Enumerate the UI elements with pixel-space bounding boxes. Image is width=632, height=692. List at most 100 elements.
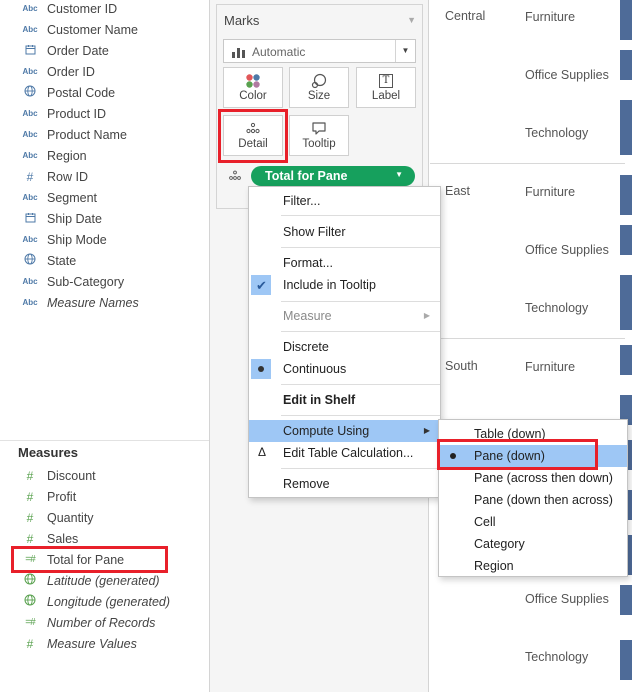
- menu-item-remove[interactable]: Remove: [249, 473, 440, 495]
- number-icon: #: [26, 636, 34, 651]
- field-product-id[interactable]: Abc Product ID: [0, 103, 209, 124]
- field-customer-id[interactable]: Abc Customer ID: [0, 0, 209, 19]
- marks-card: Marks ▼ Automatic ▼ Color Size T Label D…: [216, 4, 423, 209]
- field-label: Customer ID: [47, 1, 118, 16]
- category-header[interactable]: Technology: [525, 650, 588, 664]
- radio-dot-icon: [258, 366, 264, 372]
- field-ship-mode[interactable]: Abc Ship Mode: [0, 229, 209, 250]
- category-header[interactable]: Office Supplies: [525, 68, 609, 82]
- field-label: Segment: [47, 190, 98, 205]
- field-measure-values[interactable]: # Measure Values: [0, 633, 209, 654]
- field-label: Customer Name: [47, 22, 138, 37]
- compute-using-cell[interactable]: Cell: [439, 511, 627, 533]
- detail-dots-icon: [228, 169, 242, 183]
- region-header[interactable]: Central: [445, 9, 485, 23]
- menu-item-discrete[interactable]: Discrete: [249, 336, 440, 358]
- compute-using-region[interactable]: Region: [439, 555, 627, 577]
- menu-item-label: Measure: [283, 309, 332, 323]
- color-button[interactable]: Color: [223, 67, 283, 108]
- field-number-of-records[interactable]: =# Number of Records: [0, 612, 209, 633]
- menu-item-filter[interactable]: Filter...: [249, 190, 440, 212]
- submenu-item-label: Cell: [474, 515, 496, 529]
- bar-mark[interactable]: [620, 0, 632, 40]
- globe-icon: [19, 85, 41, 100]
- region-header[interactable]: South: [445, 359, 478, 373]
- field-state[interactable]: State: [0, 250, 209, 271]
- field-postal-code[interactable]: Postal Code: [0, 82, 209, 103]
- category-header[interactable]: Technology: [525, 301, 588, 315]
- size-icon: [290, 73, 348, 89]
- category-header[interactable]: Furniture: [525, 185, 575, 199]
- menu-item-label: Compute Using: [283, 424, 370, 438]
- calendar-icon: [19, 212, 41, 226]
- bar-mark[interactable]: [620, 175, 632, 215]
- number-icon: #: [26, 531, 34, 546]
- menu-item-continuous[interactable]: Continuous: [249, 358, 440, 380]
- chevron-down-icon[interactable]: ▼: [395, 40, 415, 62]
- bar-mark[interactable]: [620, 225, 632, 255]
- total-for-pane-pill[interactable]: Total for Pane ▼: [251, 166, 415, 186]
- category-header[interactable]: Office Supplies: [525, 592, 609, 606]
- menu-check-cell: Δ: [251, 443, 271, 463]
- menu-item-compute-using[interactable]: Compute Using ▶: [249, 420, 440, 442]
- field-latitude-generated[interactable]: Latitude (generated): [0, 570, 209, 591]
- abc-icon: Abc: [22, 151, 38, 160]
- field-region[interactable]: Abc Region: [0, 145, 209, 166]
- field-longitude-generated[interactable]: Longitude (generated): [0, 591, 209, 612]
- field-discount[interactable]: # Discount: [0, 465, 209, 486]
- label-button-label: Label: [371, 90, 401, 102]
- field-profit[interactable]: # Profit: [0, 486, 209, 507]
- field-sub-category[interactable]: Abc Sub-Category: [0, 271, 209, 292]
- size-button[interactable]: Size: [289, 67, 349, 108]
- category-header[interactable]: Office Supplies: [525, 243, 609, 257]
- submenu-arrow-icon: ▶: [423, 311, 430, 320]
- bar-mark[interactable]: [620, 640, 632, 680]
- category-header[interactable]: Technology: [525, 126, 588, 140]
- field-label: Longitude (generated): [47, 594, 171, 609]
- bar-mark[interactable]: [620, 275, 632, 330]
- pill-context-menu: Filter... Show Filter Format... ✔ Includ…: [248, 186, 441, 498]
- compute-using-pane-across-then-down[interactable]: Pane (across then down): [439, 467, 627, 489]
- tooltip-bubble-icon: [290, 121, 348, 137]
- category-header[interactable]: Furniture: [525, 10, 575, 24]
- bar-mark[interactable]: [620, 50, 632, 80]
- chevron-down-icon[interactable]: ▼: [395, 170, 403, 179]
- field-quantity[interactable]: # Quantity: [0, 507, 209, 528]
- bar-mark[interactable]: [620, 345, 632, 375]
- field-label: Sub-Category: [47, 274, 125, 289]
- menu-check-cell: [251, 359, 271, 379]
- label-button[interactable]: T Label: [356, 67, 416, 108]
- menu-item-edit-in-shelf[interactable]: Edit in Shelf: [249, 389, 440, 411]
- menu-item-format[interactable]: Format...: [249, 252, 440, 274]
- region-header[interactable]: East: [445, 184, 470, 198]
- annotation-highlight-pane-down: [437, 439, 598, 470]
- menu-item-label: Remove: [283, 477, 330, 491]
- menu-item-show-filter[interactable]: Show Filter: [249, 221, 440, 243]
- compute-using-pane-down-then-across[interactable]: Pane (down then across): [439, 489, 627, 511]
- menu-item-edit-table-calculation[interactable]: Δ Edit Table Calculation...: [249, 442, 440, 464]
- field-ship-date[interactable]: Ship Date: [0, 208, 209, 229]
- menu-item-include-in-tooltip[interactable]: ✔ Include in Tooltip: [249, 274, 440, 296]
- globe-icon: [19, 573, 41, 588]
- mark-type-dropdown[interactable]: Automatic ▼: [223, 39, 416, 63]
- tooltip-button[interactable]: Tooltip: [289, 115, 349, 156]
- field-customer-name[interactable]: Abc Customer Name: [0, 19, 209, 40]
- marks-card-menu-icon[interactable]: ▼: [407, 15, 416, 25]
- field-order-date[interactable]: Order Date: [0, 40, 209, 61]
- delta-icon: Δ: [258, 445, 267, 459]
- menu-item-measure[interactable]: Measure ▶: [249, 305, 440, 327]
- field-order-id[interactable]: Abc Order ID: [0, 61, 209, 82]
- menu-item-label: Discrete: [283, 340, 329, 354]
- menu-separator: [281, 468, 440, 469]
- bar-mark[interactable]: [620, 100, 632, 155]
- field-segment[interactable]: Abc Segment: [0, 187, 209, 208]
- field-label: Measure Values: [47, 636, 137, 651]
- menu-item-label: Include in Tooltip: [283, 278, 376, 292]
- category-header[interactable]: Furniture: [525, 360, 575, 374]
- field-measure-names[interactable]: Abc Measure Names: [0, 292, 209, 313]
- bar-mark[interactable]: [620, 585, 632, 615]
- field-row-id[interactable]: # Row ID: [0, 166, 209, 187]
- field-label: Ship Mode: [47, 232, 107, 247]
- compute-using-category[interactable]: Category: [439, 533, 627, 555]
- field-product-name[interactable]: Abc Product Name: [0, 124, 209, 145]
